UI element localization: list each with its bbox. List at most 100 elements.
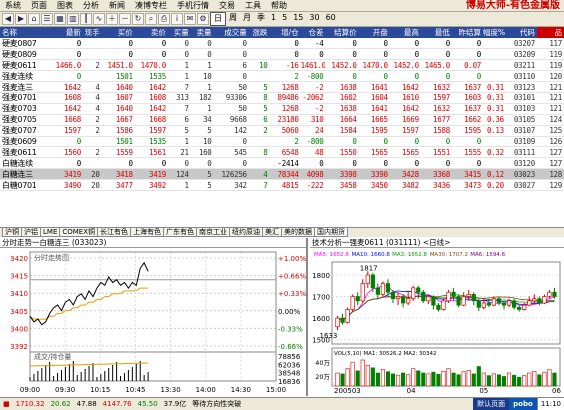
column-header[interactable]: 成交量 <box>213 27 249 38</box>
page-badge[interactable]: 默认页面 <box>473 398 510 410</box>
contract-name[interactable]: 强麦0707 <box>0 125 52 137</box>
column-header[interactable]: 仓差 <box>300 27 326 38</box>
column-header[interactable]: 涨跌 <box>248 27 270 38</box>
tab-market-3[interactable]: COMEX铜 <box>59 228 99 237</box>
contract-name[interactable]: 强麦0701 <box>0 92 52 104</box>
period-7[interactable]: 30 <box>306 12 322 26</box>
contract-name[interactable]: 白糖连续 <box>0 157 52 170</box>
contract-name[interactable]: 强麦0611 <box>0 146 52 159</box>
table-cell: 0 <box>167 48 191 61</box>
tab-market-8[interactable]: 纽约原油 <box>229 228 264 237</box>
zoom-in-icon[interactable]: ＋ <box>106 13 118 25</box>
table-row[interactable]: 硬麦0807 0 0 0 0 0 0 0 -4 0 0 0 0 0 03207 117 <box>0 38 564 50</box>
minute-icon[interactable]: ∿ <box>93 13 105 25</box>
tab-market-6[interactable]: 广东有色 <box>163 228 198 237</box>
tab-market-10[interactable]: 美的数据 <box>281 228 316 237</box>
table-row[interactable]: 强麦0705 1668 2 1667 1668 6 34 9668 6 23180 310 1664 1… <box>0 114 564 126</box>
chart-icon[interactable]: ▥ <box>67 13 79 25</box>
menu-item-6[interactable]: 手机行情 <box>172 0 214 11</box>
intraday-chart[interactable]: 分时走势图3420 +1.00%3415 +0.66%3410 +0.33%3405 0… <box>0 248 306 395</box>
period-2[interactable]: 月 <box>240 12 254 26</box>
table-row[interactable]: 白糖连续 0 0 0 0 0 0 -2414 0 0 0 0 0 0 03120 127 <box>0 157 564 170</box>
table-row[interactable]: 强麦0611 1560 2 1559 1561 21 160 545 8 6548 48 1550 15… <box>0 146 564 159</box>
column-header[interactable]: 卖量 <box>190 27 214 38</box>
period-8[interactable]: 60 <box>323 12 339 26</box>
column-header[interactable]: 昨结算 <box>451 27 484 38</box>
table-row[interactable]: 强麦连续 0 1501 1535 1 10 0 2 -800 0 0 0 0 0 03110 120 <box>0 70 564 83</box>
table-row[interactable]: 强麦0701 1608 4 1607 1608 313 182 93306 8 89486 -206… <box>0 92 564 104</box>
menu-item-8[interactable]: 工具 <box>240 0 266 11</box>
menu-item-7[interactable]: 交易 <box>214 0 240 11</box>
period-6[interactable]: 15 <box>290 12 306 26</box>
grid-icon[interactable]: ▦ <box>54 13 66 25</box>
refresh-icon[interactable]: ↻ <box>132 13 144 25</box>
table-cell: 0 <box>167 38 191 50</box>
tab-market-1[interactable]: 沪铝 <box>21 228 41 237</box>
tab-market-4[interactable]: 长江有色 <box>97 228 132 237</box>
column-header[interactable]: 品 <box>536 27 564 38</box>
tab-market-0[interactable]: 沪铜 <box>2 228 22 237</box>
search-icon[interactable]: ⌕ <box>145 13 157 25</box>
period-1[interactable]: 周 <box>226 12 240 26</box>
column-header[interactable]: 结算价 <box>325 27 359 38</box>
print-icon[interactable]: ⎙ <box>158 13 170 25</box>
tab-market-2[interactable]: LME <box>40 228 61 237</box>
contract-name[interactable]: 强麦连三 <box>0 81 52 93</box>
table-cell: 1607 <box>101 92 135 104</box>
menu-item-2[interactable]: 图表 <box>52 0 78 11</box>
forward-icon[interactable]: ▶ <box>15 13 27 25</box>
tab-market-7[interactable]: 南京工业 <box>196 228 231 237</box>
contract-name[interactable]: 白糖连三 <box>0 168 52 181</box>
contract-name[interactable]: 强麦连续 <box>0 70 52 83</box>
period-0[interactable]: 日 <box>210 12 226 26</box>
contract-name[interactable]: 强麦0703 <box>0 103 52 115</box>
contract-name[interactable]: 硬麦0809 <box>0 48 52 61</box>
period-3[interactable]: 季 <box>254 12 268 26</box>
contract-name[interactable]: 强麦0705 <box>0 114 52 126</box>
column-header[interactable]: 最新 <box>51 27 83 38</box>
tab-market-5[interactable]: 上海有色 <box>130 228 165 237</box>
info-icon[interactable]: i <box>171 13 183 25</box>
column-header[interactable]: 最高 <box>389 27 421 38</box>
column-header[interactable]: 名称 <box>0 27 52 38</box>
period-5[interactable]: 5 <box>279 12 290 26</box>
news-icon[interactable]: ✉ <box>184 13 196 25</box>
table-row[interactable]: 硬麦0611 1466.0 2 1451.0 1470.0 1 1 6 10 -16 1461.0 1… <box>0 59 564 72</box>
contract-name[interactable]: 强麦0609 <box>0 136 52 148</box>
column-header[interactable]: 代码 <box>505 27 537 38</box>
table-row[interactable]: 强麦0609 0 1501 1535 1 10 0 2 -800 0 0 0 0 0 03109 126 <box>0 136 564 148</box>
tab-market-9[interactable]: 美汇 <box>262 228 283 237</box>
menu-item-4[interactable]: 新闻 <box>104 0 130 11</box>
column-header[interactable]: 买量 <box>167 27 191 38</box>
table-row[interactable]: 强麦0707 1597 2 1586 1597 5 5 142 2 5060 24 1584 1595 1… <box>0 125 564 137</box>
column-header[interactable]: 增/仓 <box>269 27 301 38</box>
column-header[interactable]: 现手 <box>82 27 102 38</box>
menu-item-9[interactable]: 帮助 <box>266 0 292 11</box>
back-icon[interactable]: ◀ <box>2 13 14 25</box>
contract-name[interactable]: 硬麦0611 <box>0 59 52 72</box>
period-4[interactable]: 1 <box>268 12 279 26</box>
table-row[interactable]: 白糖连三 3419 20 3418 3419 124 5 126256 4 78344 4098 33… <box>0 168 564 181</box>
column-header[interactable]: 最低 <box>420 27 452 38</box>
column-header[interactable]: 买价 <box>101 27 135 38</box>
column-header[interactable]: 卖价 <box>134 27 168 38</box>
tab-market-11[interactable]: 国内期货 <box>314 228 349 237</box>
table-row[interactable]: 硬麦0809 0 0 0 0 0 0 0 0 0 0 0 0 0 03209 119 <box>0 48 564 61</box>
menu-item-5[interactable]: 凑博专栏 <box>130 0 172 11</box>
kline-icon[interactable]: ┃ <box>80 13 92 25</box>
table-row[interactable]: 强麦连三 1642 4 1640 1642 7 1 50 5 1268 -2 1638 1641 1642… <box>0 81 564 93</box>
settings-icon[interactable]: ⚙ <box>197 13 209 25</box>
contract-name[interactable]: 硬麦0807 <box>0 38 52 50</box>
kline-chart[interactable]: MA5: 1652.8 MA10: 1660.8 MA3: 1652.8 MA30: … <box>310 248 564 395</box>
column-header[interactable]: 幅度% <box>483 27 506 38</box>
menu-item-0[interactable]: 系统 <box>0 0 26 11</box>
column-header[interactable]: 开盘 <box>358 27 390 38</box>
home-icon[interactable]: ⌂ <box>28 13 40 25</box>
table-row[interactable]: 强麦0703 1642 4 1640 1642 7 1 50 5 1268 -2 1638 1641 16… <box>0 103 564 115</box>
menu-item-3[interactable]: 分析 <box>78 0 104 11</box>
menu-item-1[interactable]: 页面 <box>26 0 52 11</box>
contract-name[interactable]: 白糖0701 <box>0 179 52 191</box>
list-icon[interactable]: ☰ <box>41 13 53 25</box>
zoom-out-icon[interactable]: － <box>119 13 131 25</box>
table-row[interactable]: 白糖0701 3490 20 3477 3492 1 5 342 7 4815 -222 3458 34… <box>0 179 564 191</box>
